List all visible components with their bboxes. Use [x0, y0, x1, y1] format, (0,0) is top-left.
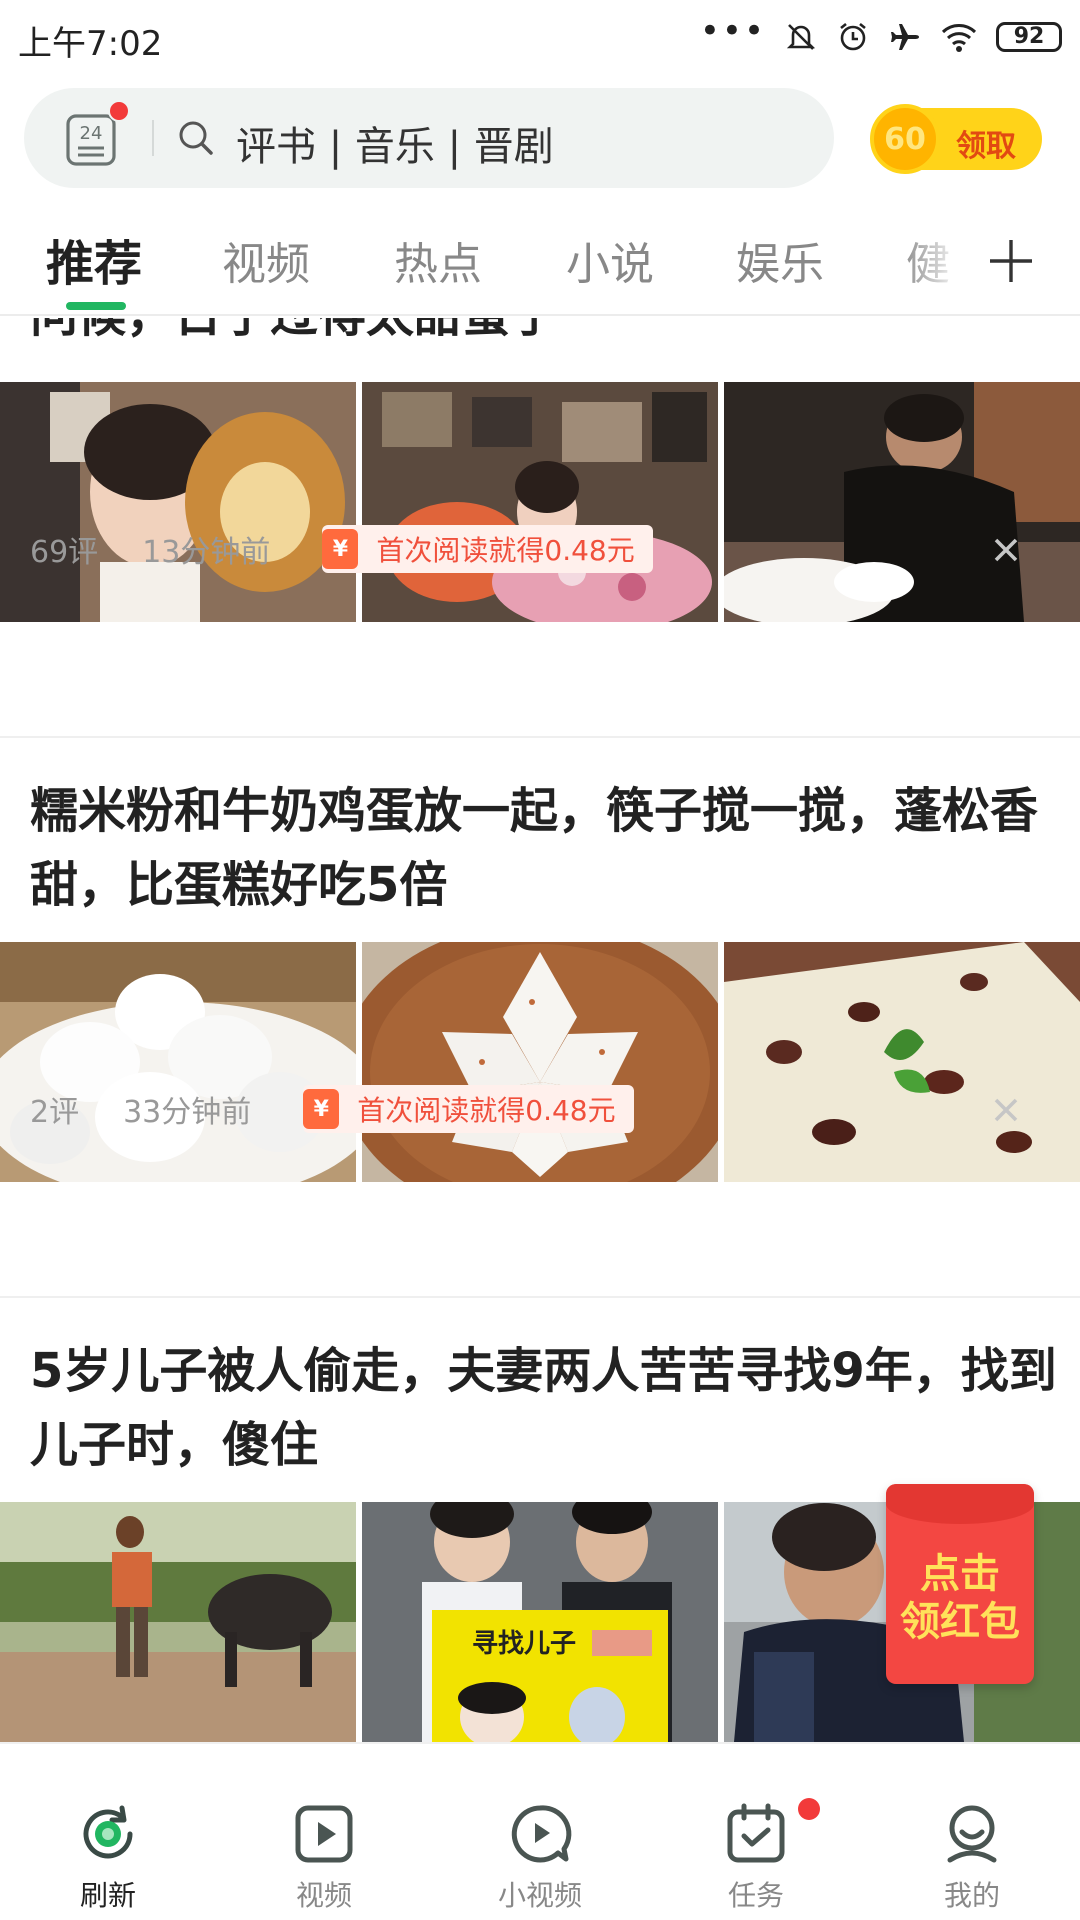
- bottom-nav: 刷新 视频 小视频 任务 我的: [0, 1742, 1080, 1920]
- article-title[interactable]: 问候，日子过得太甜蜜了: [30, 318, 1060, 352]
- search-input[interactable]: 评书 | 音乐 | 晋剧: [236, 114, 554, 172]
- red-packet-line1: 点击: [920, 1551, 1000, 1597]
- article-image[interactable]: [362, 382, 718, 622]
- article-image[interactable]: [0, 1502, 356, 1742]
- tab-recommend[interactable]: 推荐: [46, 224, 142, 294]
- nav-video[interactable]: 视频: [216, 1744, 432, 1920]
- search-divider: [152, 120, 154, 156]
- article-title[interactable]: 糯米粉和牛奶鸡蛋放一起，筷子搅一搅，蓬松香甜，比蛋糕好吃5倍: [30, 774, 1060, 922]
- comment-count: 2评: [30, 1095, 80, 1130]
- red-packet-flap: [886, 1484, 1034, 1524]
- calendar-day: 24: [80, 123, 103, 144]
- red-packet-line2: 领红包: [900, 1599, 1020, 1645]
- more-dots-icon: •••: [699, 11, 766, 51]
- nav-label: 视频: [295, 1879, 352, 1912]
- reading-reward-badge[interactable]: ¥ 首次阅读就得0.48元: [303, 1085, 634, 1133]
- status-bar: 上午7:02 ••• 92: [0, 0, 1080, 76]
- status-icons: ••• 92: [699, 11, 1062, 58]
- tab-entertainment[interactable]: 娱乐: [736, 228, 824, 292]
- red-packet-label: 点击 领红包: [886, 1550, 1034, 1646]
- dismiss-close-icon[interactable]: [986, 1090, 1026, 1130]
- feed-divider: [0, 736, 1080, 738]
- article-image[interactable]: [724, 382, 1080, 622]
- nav-label: 任务: [727, 1879, 784, 1912]
- time-ago: 13分钟前: [142, 535, 271, 570]
- notification-dot: [798, 1798, 820, 1820]
- article-image[interactable]: [0, 942, 356, 1182]
- article-image[interactable]: 寻找儿子: [362, 1502, 718, 1742]
- tab-hot[interactable]: 热点: [394, 228, 482, 292]
- nav-refresh[interactable]: 刷新: [0, 1744, 216, 1920]
- short-video-icon: [508, 1802, 572, 1866]
- calendar-icon[interactable]: 24: [64, 100, 130, 168]
- image-caption: 寻找儿子: [472, 1629, 576, 1659]
- notification-dot: [108, 100, 130, 122]
- status-time: 上午7:02: [18, 24, 163, 64]
- dismiss-close-icon[interactable]: [986, 530, 1026, 570]
- search-bar[interactable]: 24 评书 | 音乐 | 晋剧: [24, 88, 834, 188]
- wifi-icon: [940, 20, 978, 54]
- search-icon: [174, 116, 218, 160]
- nav-tasks[interactable]: 任务: [648, 1744, 864, 1920]
- reading-reward-text: 首次阅读就得0.48元: [376, 534, 635, 567]
- comment-count: 69评: [30, 535, 99, 570]
- article-title[interactable]: 5岁儿子被人偷走，夫妻两人苦苦寻找9年，找到儿子时，傻住: [30, 1334, 1060, 1482]
- nav-profile[interactable]: 我的: [864, 1744, 1080, 1920]
- nav-label: 刷新: [79, 1879, 136, 1912]
- add-tab-plus-icon[interactable]: [986, 236, 1036, 286]
- refresh-icon: [76, 1802, 140, 1866]
- article-meta: 69评 13分钟前 ¥ 首次阅读就得0.48元: [30, 524, 653, 574]
- mute-icon: [784, 20, 818, 54]
- reading-reward-badge[interactable]: ¥ 首次阅读就得0.48元: [322, 525, 653, 573]
- battery-indicator: 92: [996, 22, 1062, 52]
- yuan-icon: ¥: [322, 529, 359, 569]
- time-ago: 33分钟前: [123, 1095, 252, 1130]
- coin-icon: 60: [870, 104, 940, 174]
- tab-novel[interactable]: 小说: [566, 228, 654, 292]
- nav-label: 小视频: [497, 1879, 582, 1912]
- claim-reward-button[interactable]: 60 领取: [870, 104, 1042, 174]
- category-tabs: 推荐 视频 热点 小说 娱乐 健: [0, 210, 1080, 316]
- reading-reward-text: 首次阅读就得0.48元: [357, 1094, 616, 1127]
- feed-divider: [0, 1296, 1080, 1298]
- active-tab-indicator: [66, 302, 126, 310]
- article-image[interactable]: [724, 942, 1080, 1182]
- alarm-icon: [836, 20, 870, 54]
- claim-label: 领取: [956, 129, 1016, 164]
- nav-short-video[interactable]: 小视频: [432, 1744, 648, 1920]
- red-packet-button[interactable]: 点击 领红包: [886, 1484, 1034, 1684]
- nav-label: 我的: [943, 1879, 1000, 1912]
- yuan-icon: ¥: [303, 1089, 340, 1129]
- video-play-icon: [292, 1802, 356, 1866]
- article-meta: 2评 33分钟前 ¥ 首次阅读就得0.48元: [30, 1084, 634, 1134]
- tab-video[interactable]: 视频: [222, 228, 310, 292]
- article-image[interactable]: [0, 382, 356, 622]
- article-image[interactable]: [362, 942, 718, 1182]
- profile-icon: [940, 1802, 1004, 1866]
- task-calendar-icon: [724, 1802, 788, 1866]
- airplane-icon: [888, 20, 922, 54]
